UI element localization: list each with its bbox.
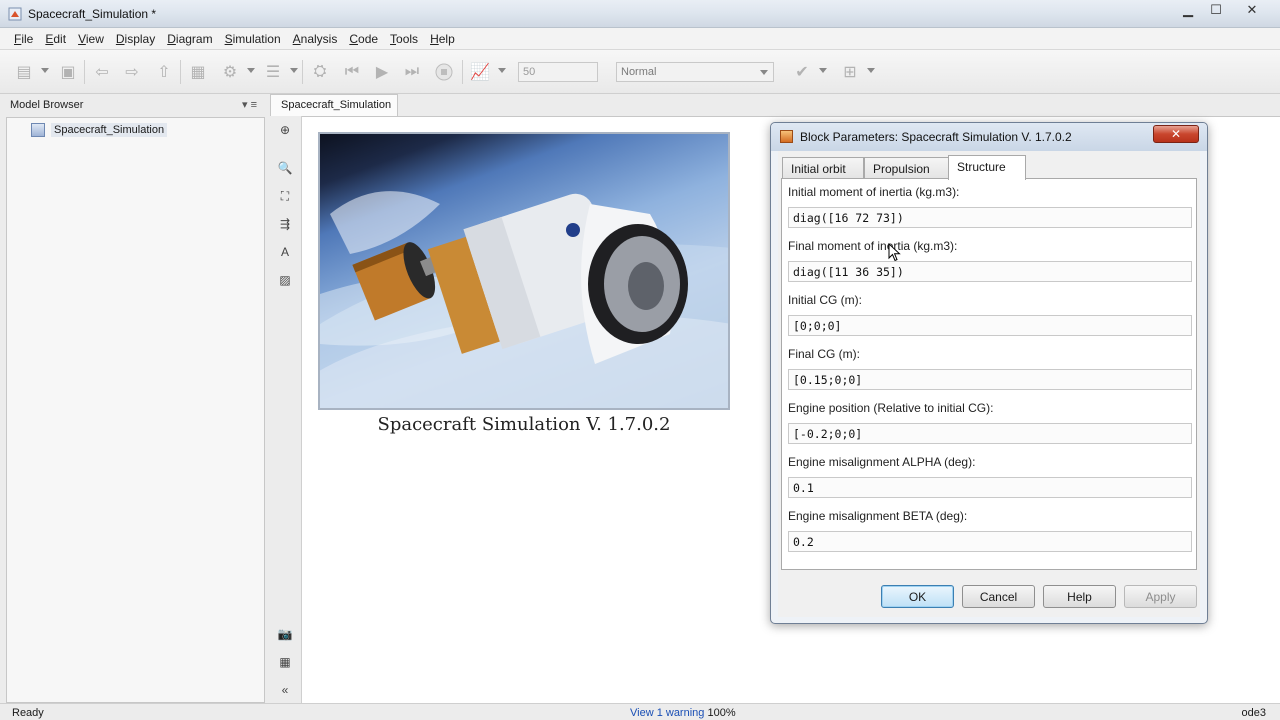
status-bar: Ready View 1 warning 100% ode3: [0, 703, 1280, 720]
tab-propulsion[interactable]: Propulsion: [864, 157, 949, 179]
mouse-cursor-icon: [888, 243, 901, 262]
block-parameters-dialog: Block Parameters: Spacecraft Simulation …: [770, 122, 1208, 624]
initial-cg-input[interactable]: [0;0;0]: [788, 315, 1192, 336]
annotation-icon[interactable]: A: [277, 244, 293, 260]
simulation-mode-value: Normal: [621, 66, 657, 78]
close-window-button[interactable]: ✕: [1230, 0, 1274, 20]
save-icon[interactable]: ▣: [58, 62, 78, 82]
run-play-icon[interactable]: ▶: [372, 62, 392, 82]
initial-inertia-label: Initial moment of inertia (kg.m3):: [788, 185, 960, 199]
menu-analysis[interactable]: Analysis: [287, 32, 344, 46]
build-icon[interactable]: ⛭: [310, 62, 330, 82]
block-label: Spacecraft Simulation V. 1.7.0.2: [377, 414, 671, 435]
engine-position-input[interactable]: [-0.2;0;0]: [788, 423, 1192, 444]
minimize-button[interactable]: ▁: [1174, 0, 1202, 20]
maximize-button[interactable]: ☐: [1202, 0, 1230, 20]
model-icon: [31, 123, 45, 137]
tab-initial-orbit[interactable]: Initial orbit: [782, 157, 864, 179]
dialog-close-button[interactable]: ✕: [1153, 125, 1199, 143]
menu-code[interactable]: Code: [343, 32, 384, 46]
final-cg-input[interactable]: [0.15;0;0]: [788, 369, 1192, 390]
menu-edit[interactable]: Edit: [39, 32, 72, 46]
chevron-down-icon: [760, 70, 768, 75]
model-explorer-icon[interactable]: ☰: [263, 62, 283, 82]
library-browser-icon[interactable]: ▦: [188, 62, 208, 82]
menu-file[interactable]: File: [8, 32, 39, 46]
dialog-title: Block Parameters: Spacecraft Simulation …: [800, 130, 1072, 144]
explorer-dropdown-icon[interactable]: [290, 68, 298, 73]
title-bar: Spacecraft_Simulation * ▁ ☐ ✕: [0, 0, 1280, 28]
model-browser-menu-icon[interactable]: ▾ ≡: [242, 98, 257, 111]
misalignment-beta-input[interactable]: 0.2: [788, 531, 1192, 552]
arrow-right-icon[interactable]: ⇶: [277, 216, 293, 232]
model-browser-toggle-icon[interactable]: ▦: [277, 654, 293, 670]
ok-button[interactable]: OK: [881, 585, 954, 608]
forward-arrow-icon[interactable]: ⇨: [122, 62, 142, 82]
up-arrow-icon[interactable]: ⇧: [154, 62, 174, 82]
inspector-dropdown-icon[interactable]: [498, 68, 506, 73]
menu-tools[interactable]: Tools: [384, 32, 424, 46]
step-forward-icon[interactable]: ⏭: [402, 62, 422, 82]
status-center: View 1 warning 100%: [630, 707, 736, 719]
new-dropdown-icon[interactable]: [41, 68, 49, 73]
view-warnings-link[interactable]: View 1 warning: [630, 707, 704, 719]
zoom-level: 100%: [707, 707, 736, 719]
misalignment-alpha-input[interactable]: 0.1: [788, 477, 1192, 498]
menu-display[interactable]: Display: [110, 32, 161, 46]
data-inspector-icon[interactable]: 📈: [470, 62, 490, 82]
status-text: Ready: [12, 707, 44, 719]
initial-inertia-input[interactable]: diag([16 72 73]): [788, 207, 1192, 228]
window-title: Spacecraft_Simulation *: [28, 7, 157, 21]
tab-spacecraft-simulation[interactable]: Spacecraft_Simulation: [270, 94, 398, 116]
menu-diagram[interactable]: Diagram: [161, 32, 218, 46]
step-back-icon[interactable]: ⏮: [342, 62, 362, 82]
screenshot-camera-icon[interactable]: 📷: [277, 626, 293, 642]
dialog-body: Initial orbit Propulsion Structure Initi…: [778, 151, 1200, 617]
solver-name: ode3: [1241, 707, 1266, 719]
model-tree-item[interactable]: Spacecraft_Simulation: [31, 121, 168, 139]
final-inertia-input[interactable]: diag([11 36 35]): [788, 261, 1192, 282]
model-advisor-check-icon[interactable]: ✔: [792, 62, 812, 82]
canvas-palette: ⊕ 🔍 ⛶ ⇶ A ▨ 📷 ▦ «: [268, 116, 302, 703]
misalignment-alpha-label: Engine misalignment ALPHA (deg):: [788, 455, 976, 469]
hide-explorer-bar-icon[interactable]: ⊕: [277, 122, 293, 138]
stop-icon[interactable]: [434, 62, 454, 82]
initial-cg-label: Initial CG (m):: [788, 293, 863, 307]
advisor-dropdown-icon[interactable]: [819, 68, 827, 73]
fit-to-view-icon[interactable]: ⛶: [277, 188, 293, 204]
spacecraft-block-image[interactable]: [318, 132, 730, 410]
misalignment-beta-label: Engine misalignment BETA (deg):: [788, 509, 968, 523]
engine-position-label: Engine position (Relative to initial CG)…: [788, 401, 994, 415]
block-parameters-icon: [780, 130, 793, 143]
config-dropdown-icon[interactable]: [247, 68, 255, 73]
model-config-gear-icon[interactable]: ⚙: [220, 62, 240, 82]
dialog-title-bar: Block Parameters: Spacecraft Simulation …: [771, 123, 1207, 151]
spacecraft-illustration: [320, 191, 728, 408]
structure-tab-panel: Initial moment of inertia (kg.m3): diag(…: [781, 178, 1197, 570]
collapse-icon[interactable]: «: [277, 682, 293, 698]
model-browser-title: Model Browser: [10, 99, 84, 111]
simulation-mode-select[interactable]: Normal: [616, 62, 774, 82]
simulink-app-icon: [8, 7, 22, 21]
back-arrow-icon[interactable]: ⇦: [92, 62, 112, 82]
model-browser-panel: Spacecraft_Simulation: [6, 117, 265, 703]
zoom-icon[interactable]: 🔍: [277, 160, 293, 176]
help-button[interactable]: Help: [1043, 585, 1116, 608]
final-inertia-label: Final moment of inertia (kg.m3):: [788, 239, 958, 253]
grid-settings-icon[interactable]: ⊞: [840, 62, 860, 82]
cancel-button[interactable]: Cancel: [962, 585, 1035, 608]
menu-simulation[interactable]: Simulation: [219, 32, 287, 46]
model-browser-header: Model Browser ▾ ≡: [0, 95, 265, 117]
model-tree-item-label: Spacecraft_Simulation: [51, 123, 168, 137]
apply-button[interactable]: Apply: [1124, 585, 1197, 608]
menu-bar: File Edit View Display Diagram Simulatio…: [0, 28, 1280, 50]
image-icon[interactable]: ▨: [277, 272, 293, 288]
grid-dropdown-icon[interactable]: [867, 68, 875, 73]
stop-time-input[interactable]: 50: [518, 62, 598, 82]
menu-help[interactable]: Help: [424, 32, 461, 46]
menu-view[interactable]: View: [72, 32, 110, 46]
final-cg-label: Final CG (m):: [788, 347, 860, 361]
new-model-icon[interactable]: ▤: [14, 62, 34, 82]
tab-structure[interactable]: Structure: [948, 155, 1026, 180]
